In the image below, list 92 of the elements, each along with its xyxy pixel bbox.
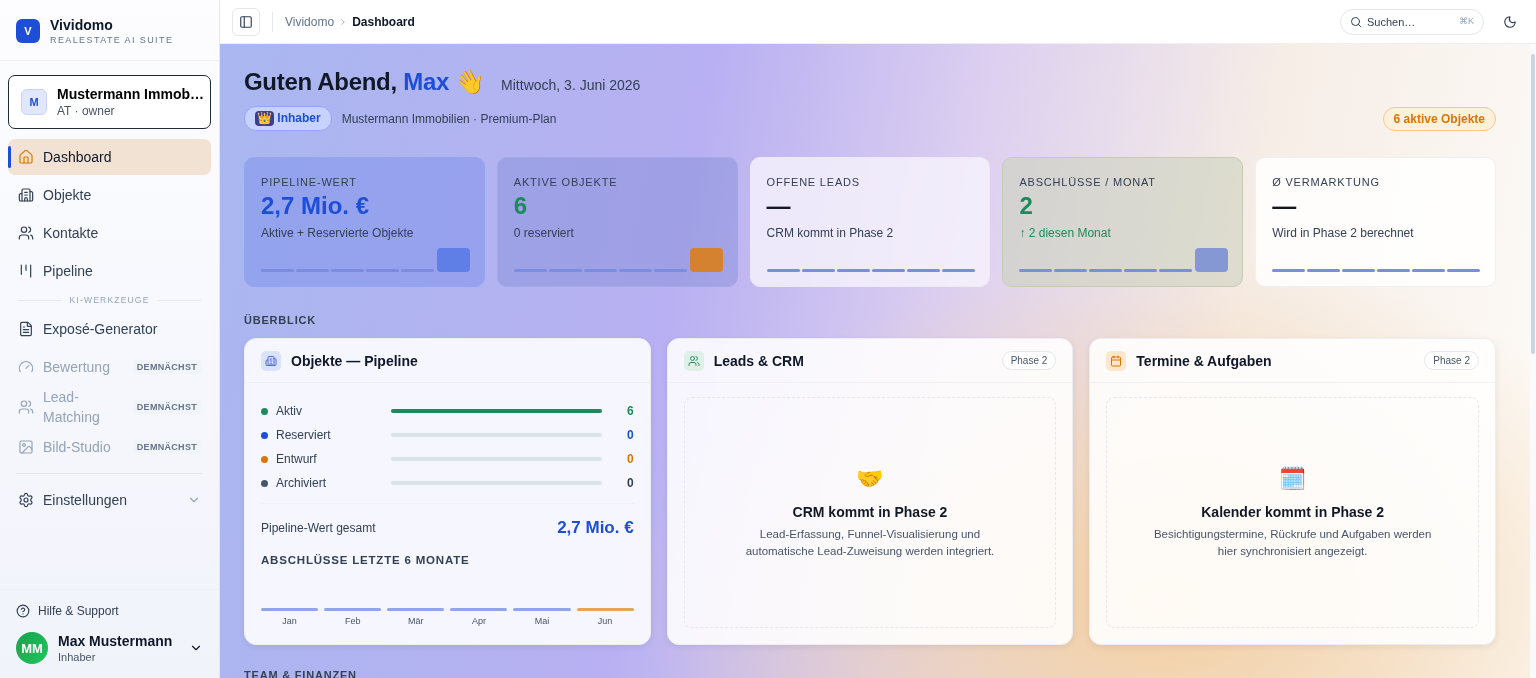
shortcut-hint: ⌘K	[1459, 15, 1474, 26]
card-title: Leads & CRM	[713, 352, 805, 369]
greeting-heading: Guten Abend, Max 👋	[244, 68, 486, 96]
empty-heading: Kalender kommt in Phase 2	[1201, 503, 1385, 520]
help-link[interactable]: Hilfe & Support	[16, 604, 203, 618]
account-meta: AT · owner	[57, 104, 116, 118]
nav-icon	[18, 321, 34, 337]
emoji-icon: 🤝	[856, 465, 884, 492]
account-switcher[interactable]: M Mustermann Immob… AT · owner	[8, 75, 211, 129]
status-count: 0	[625, 476, 634, 490]
status-count: 6	[625, 404, 634, 418]
kpi-subtext: CRM kommt in Phase 2	[766, 226, 895, 240]
empty-text: Besichtigungstermine, Rückrufe und Aufgaben werden hier synchronisiert angezeigt.	[1152, 526, 1433, 559]
kpi-subtext: Aktive + Reservierte Objekte	[261, 226, 415, 240]
month-label: Mai	[534, 616, 550, 626]
kpi-subtext: Wird in Phase 2 berechnet	[1272, 226, 1415, 240]
search-icon	[1350, 15, 1362, 28]
kpi-label: PIPELINE-WERT	[261, 176, 358, 188]
kpi-label: AKTIVE OBJEKTE	[513, 176, 619, 188]
nav-item[interactable]: Dashboard	[8, 139, 211, 175]
nav-item[interactable]: Objekte	[8, 177, 211, 213]
sidebar-icon	[239, 14, 253, 29]
status-label: Aktiv	[261, 404, 391, 418]
kpi-value: 2,7 Mio. €	[261, 192, 371, 220]
kpi-subtext: ↑ 2 diesen Monat	[1019, 226, 1112, 240]
status-count: 0	[625, 428, 634, 442]
date-text: Mittwoch, 3. Juni 2026	[501, 77, 641, 93]
empty-heading: CRM kommt in Phase 2	[792, 503, 948, 520]
nav-icon	[18, 263, 34, 279]
nav-icon	[18, 187, 34, 203]
nav-icon	[18, 399, 34, 415]
breadcrumb-item[interactable]: Vividomo	[285, 14, 335, 29]
settings-icon	[18, 492, 34, 508]
user-name: Max Mustermann	[58, 633, 174, 649]
kpi-subtext: 0 reserviert	[513, 226, 575, 240]
status-label: Entwurf	[261, 452, 391, 466]
crown-emoji-icon: 👑	[255, 111, 274, 126]
brand-logo: V	[16, 19, 40, 43]
month-label: Apr	[471, 616, 486, 626]
status-count: 0	[625, 452, 634, 466]
nav-item[interactable]: Kontakte	[8, 215, 211, 251]
card-title: Objekte — Pipeline	[291, 352, 419, 369]
sidebar-toggle-button[interactable]	[232, 7, 260, 36]
user-avatar: MM	[16, 632, 48, 664]
account-name: Mustermann Immob…	[57, 86, 204, 102]
nav-icon	[18, 149, 34, 165]
organization-text: Mustermann Immobilien · Premium-Plan	[341, 111, 558, 126]
empty-text: Lead-Erfassung, Funnel-Visualisierung und automatische Lead-Zuweisung werden integriert.	[744, 526, 996, 559]
breadcrumb-item[interactable]: Dashboard	[352, 14, 415, 29]
brand-name: Vividomo	[50, 17, 114, 33]
total-label: Pipeline-Wert gesamt	[261, 521, 376, 535]
brand-tagline: REALESTATE AI SUITE	[50, 35, 174, 45]
month-label: Jan	[282, 616, 297, 626]
nav-icon	[18, 225, 34, 241]
help-icon	[16, 604, 30, 618]
kpi-value: —	[766, 192, 792, 220]
kpi-value: 2	[1019, 192, 1034, 220]
card-title: Termine & Aufgaben	[1136, 352, 1273, 369]
section-label: ÜBERBLICK	[244, 314, 317, 326]
month-label: Feb	[344, 616, 361, 626]
status-label: Reserviert	[261, 428, 391, 442]
building-icon	[261, 350, 281, 371]
moon-icon	[1503, 14, 1517, 29]
account-avatar: M	[21, 89, 47, 115]
emoji-icon: 🗓	[1279, 465, 1307, 492]
users-icon	[683, 350, 704, 371]
kpi-value: 6	[513, 192, 529, 220]
month-label: Mär	[408, 616, 424, 626]
kpi-label: ABSCHLÜSSE / MONAT	[1019, 176, 1157, 188]
role-badge: 👑 Inhaber	[244, 106, 332, 131]
phase-badge: Phase 2	[1001, 351, 1057, 370]
calendar-icon	[1106, 350, 1127, 371]
month-label: Jun	[597, 616, 613, 626]
phase-badge: Phase 2	[1424, 351, 1479, 370]
kpi-value: —	[1272, 192, 1298, 220]
status-label: Archiviert	[261, 476, 391, 490]
section-label: KI-WERKZEUGE	[18, 295, 201, 305]
nav-icon	[18, 439, 34, 455]
active-objects-badge: 6 aktive Objekte	[1382, 106, 1496, 131]
nav-item[interactable]: Pipeline	[8, 253, 211, 289]
user-role: Inhaber	[58, 651, 97, 663]
kpi-label: OFFENE LEADS	[766, 176, 861, 188]
chart-title: ABSCHLÜSSE LETZTE 6 MONATE	[261, 554, 471, 566]
soon-badge: DEMNÄCHST	[132, 440, 201, 454]
soon-badge: DEMNÄCHST	[132, 360, 201, 374]
kpi-label: Ø VERMARKTUNG	[1272, 176, 1381, 188]
total-value: 2,7 Mio. €	[557, 518, 634, 538]
nav-icon	[18, 359, 34, 375]
nav-item[interactable]: Einstellungen	[8, 482, 211, 518]
soon-badge: DEMNÄCHST	[132, 400, 201, 414]
nav-item[interactable]: Exposé-Generator	[8, 311, 211, 347]
scrollbar-thumb[interactable]	[1531, 54, 1535, 354]
